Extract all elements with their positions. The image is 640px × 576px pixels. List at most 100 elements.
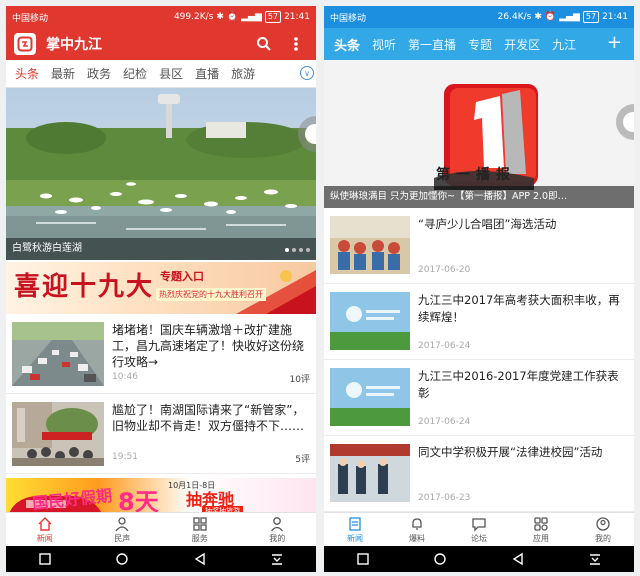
battery-icon: 57 <box>582 11 600 23</box>
nav-service[interactable]: 服务 <box>161 513 239 546</box>
banner-entry: 专题入口 <box>160 270 204 283</box>
news-thumbnail <box>12 402 104 466</box>
bluetooth-icon: ✱ <box>216 12 224 22</box>
carrier-label: 中国移动 <box>330 13 367 24</box>
hero-caption: 白鹭秋游白莲湖 <box>6 238 316 260</box>
network-speed: 26.4K/s <box>497 12 532 22</box>
status-bar: 中国移动 499.2K/s ✱ ⏰ ▂▄▆ 57 21:41 <box>6 6 316 28</box>
notification-pull-icon[interactable] <box>270 552 284 566</box>
home-circle-icon[interactable] <box>115 552 129 566</box>
category-tabs: 头条 最新 政务 纪检 县区 直播 旅游 ∨ <box>6 60 316 88</box>
tab-jiujiang[interactable]: 九江 <box>552 36 576 53</box>
home-icon <box>38 516 52 531</box>
apps-grid-icon <box>534 516 548 531</box>
user-voice-icon <box>115 516 129 531</box>
tab-headlines[interactable]: 头条 <box>15 65 39 82</box>
app-header: 掌中九江 <box>6 28 316 60</box>
list-item[interactable]: 同文中学积极开展“法律进校园”活动 2017-06-23 <box>324 436 634 512</box>
nav-news[interactable]: 新闻 <box>6 513 84 546</box>
nav-mine[interactable]: 我的 <box>239 513 317 546</box>
list-item[interactable]: 九江三中2016-2017年度党建工作获表彰 2017-06-24 <box>324 360 634 436</box>
add-tab-icon[interactable]: + <box>602 32 622 53</box>
nav-tipoff[interactable]: 爆料 <box>386 513 448 546</box>
news-title: 九江三中2016-2017年度党建工作获表彰 <box>418 369 619 400</box>
tab-government[interactable]: 政务 <box>87 65 111 82</box>
tab-first-live[interactable]: 第一直播 <box>408 36 456 53</box>
notification-pull-icon[interactable] <box>588 552 602 566</box>
left-phone-screen: 中国移动 499.2K/s ✱ ⏰ ▂▄▆ 57 21:41 掌中九江 头条 最… <box>6 6 316 572</box>
news-thumbnail <box>330 216 410 274</box>
tab-counties[interactable]: 县区 <box>159 65 183 82</box>
back-triangle-icon[interactable] <box>193 552 207 566</box>
special-topic-banner[interactable]: 喜迎十九大 专题入口 热烈庆祝党的十九大胜利召开 <box>6 262 316 314</box>
news-thumbnail <box>12 322 104 386</box>
hero-photo <box>6 88 316 260</box>
status-bar: 中国移动 26.4K/s ✱ ⏰ ▂▄▆ 57 21:41 <box>324 6 634 28</box>
tab-video[interactable]: 视听 <box>372 36 396 53</box>
banner-slogan: 热烈庆祝党的十九大胜利召开 <box>156 288 266 301</box>
right-phone-screen: 中国移动 26.4K/s ✱ ⏰ ▂▄▆ 57 21:41 头条 视听 第一直播… <box>324 6 634 572</box>
grid-icon <box>193 516 207 531</box>
profile-icon <box>596 516 610 531</box>
hero-carousel[interactable]: 第一播报 纵使琳琅满目 只为更加懂你~【第一播报】APP 2.0即… <box>324 60 634 208</box>
tab-discipline[interactable]: 纪检 <box>123 65 147 82</box>
news-title: 九江三中2017年高考获大面积丰收，再续辉煌！ <box>418 293 620 324</box>
nav-voice[interactable]: 民声 <box>84 513 162 546</box>
tab-topics[interactable]: 专题 <box>468 36 492 53</box>
nav-mine[interactable]: 我的 <box>572 513 634 546</box>
alarm-icon: ⏰ <box>544 12 557 22</box>
nav-forum[interactable]: 论坛 <box>448 513 510 546</box>
bottom-navigation: 新闻 民声 服务 我的 <box>6 512 316 546</box>
tab-latest[interactable]: 最新 <box>51 65 75 82</box>
profile-icon <box>271 516 284 531</box>
chat-bubble-icon <box>472 517 486 532</box>
news-title: 尴尬了！南湖国际请来了“新管家”，旧物业却不肯走！双方僵持不下…… <box>112 403 305 433</box>
tab-travel[interactable]: 旅游 <box>231 65 255 82</box>
category-tabs: 头条 视听 第一直播 专题 开发区 九江 + <box>324 28 634 60</box>
news-thumbnail <box>330 292 410 350</box>
list-item[interactable]: 九江三中2017年高考获大面积丰收，再续辉煌！ 2017-06-24 <box>324 284 634 360</box>
back-triangle-icon[interactable] <box>511 552 525 566</box>
tab-live[interactable]: 直播 <box>195 65 219 82</box>
search-icon[interactable] <box>252 32 276 56</box>
hero-logo-text: 第一播报 <box>436 167 516 183</box>
news-time: 10:46 <box>112 372 138 382</box>
news-thumbnail <box>330 444 410 502</box>
system-navigation-bar <box>324 546 634 572</box>
news-time: 19:51 <box>112 452 138 462</box>
chevron-down-icon[interactable]: ∨ <box>300 66 314 80</box>
carousel-dots <box>285 248 310 252</box>
system-navigation-bar <box>6 546 316 572</box>
signal-icon: ▂▄▆ <box>241 12 262 22</box>
home-circle-icon[interactable] <box>433 552 447 566</box>
news-date: 2017-06-24 <box>418 341 471 351</box>
carrier-label: 中国移动 <box>12 13 49 24</box>
comment-count: 5评 <box>295 455 310 465</box>
more-menu-icon[interactable] <box>284 32 308 56</box>
list-item[interactable]: 尴尬了！南湖国际请来了“新管家”，旧物业却不肯走！双方僵持不下…… 19:51 … <box>6 394 316 474</box>
news-date: 2017-06-23 <box>418 493 471 503</box>
alarm-icon: ⏰ <box>226 12 239 22</box>
list-item[interactable]: 堵堵堵！国庆车辆激增＋改扩建施工，昌九高速堵定了！快收好这份绕行攻略→ 10:4… <box>6 314 316 394</box>
bluetooth-icon: ✱ <box>534 12 542 22</box>
tab-headlines[interactable]: 头条 <box>334 35 360 54</box>
news-title: “寻庐少儿合唱团”海选活动 <box>418 217 557 231</box>
hero-caption: 纵使琳琅满目 只为更加懂你~【第一播报】APP 2.0即… <box>324 186 634 208</box>
network-speed: 499.2K/s <box>173 12 214 22</box>
list-item[interactable]: “寻庐少儿合唱团”海选活动 2017-06-20 <box>324 208 634 284</box>
news-date: 2017-06-24 <box>418 417 471 427</box>
news-thumbnail <box>330 368 410 426</box>
nav-news[interactable]: 新闻 <box>324 513 386 546</box>
banner-title: 喜迎十九大 <box>14 272 155 302</box>
recents-square-icon[interactable] <box>38 552 52 566</box>
recents-square-icon[interactable] <box>356 552 370 566</box>
news-title: 堵堵堵！国庆车辆激增＋改扩建施工，昌九高速堵定了！快收好这份绕行攻略→ <box>112 323 305 369</box>
nav-apps[interactable]: 应用 <box>510 513 572 546</box>
news-tab-icon <box>349 516 361 531</box>
clock-time: 21:41 <box>284 12 310 22</box>
tab-development-zone[interactable]: 开发区 <box>504 36 540 53</box>
news-title: 同文中学积极开展“法律进校园”活动 <box>418 445 603 459</box>
news-date: 2017-06-20 <box>418 265 471 275</box>
app-title: 掌中九江 <box>46 37 102 53</box>
hero-carousel[interactable]: 白鹭秋游白莲湖 <box>6 88 316 260</box>
